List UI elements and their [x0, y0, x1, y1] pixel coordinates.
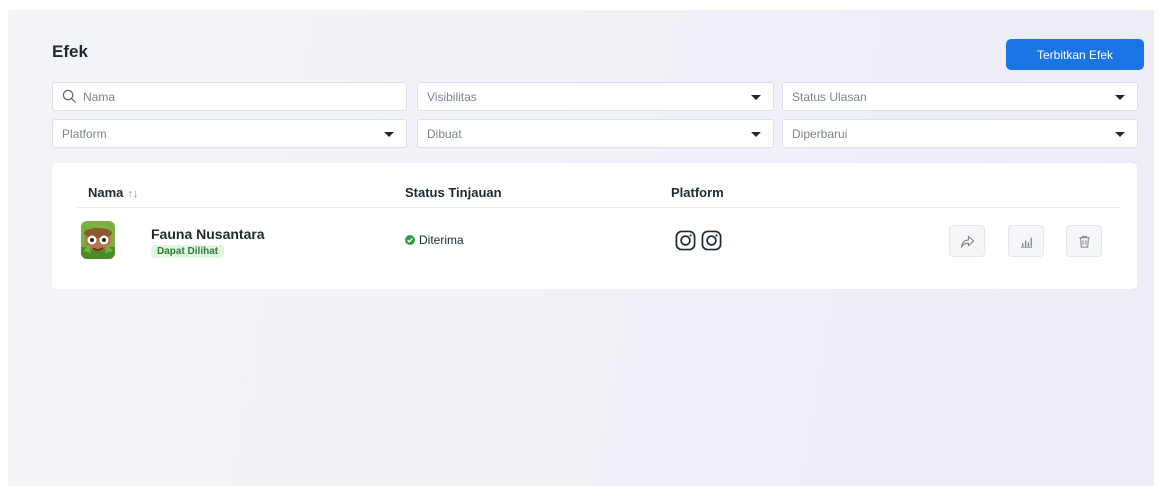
instagram-icon: [675, 230, 696, 251]
review-status-label: Diterima: [419, 233, 464, 247]
visibility-badge: Dapat Dilihat: [151, 245, 225, 258]
caret-down-icon: [1115, 95, 1125, 100]
visibility-select-label: Visibilitas: [427, 89, 477, 104]
updated-select[interactable]: Diperbarui: [782, 119, 1138, 148]
column-header-name-label: Nama: [88, 185, 124, 200]
search-icon: [62, 89, 77, 104]
platform-select-label: Platform: [62, 126, 107, 141]
page-title: Efek: [52, 42, 88, 61]
review-status-select-label: Status Ulasan: [792, 89, 867, 104]
caret-down-icon: [1115, 132, 1125, 137]
sort-icon[interactable]: ↑↓: [127, 188, 138, 200]
share-icon: [960, 235, 974, 248]
caret-down-icon: [751, 95, 761, 100]
search-input[interactable]: Nama: [52, 82, 407, 111]
visibility-select[interactable]: Visibilitas: [417, 82, 774, 111]
platform-select[interactable]: Platform: [52, 119, 407, 148]
effects-table: Nama ↑↓ Status Tinjauan Platform Fauna Nu…: [52, 163, 1137, 289]
caret-down-icon: [384, 132, 394, 137]
trash-icon: [1078, 235, 1090, 248]
review-status-select[interactable]: Status Ulasan: [782, 82, 1138, 111]
column-header-review-status: Status Tinjauan: [405, 185, 502, 200]
instagram-icon: [701, 230, 722, 251]
delete-button[interactable]: [1066, 225, 1102, 257]
effect-thumbnail[interactable]: [81, 221, 115, 259]
share-button[interactable]: [949, 225, 985, 257]
bar-chart-icon: [1020, 237, 1032, 248]
header-divider: [77, 207, 1120, 208]
column-header-platform: Platform: [671, 185, 724, 200]
effect-name-link[interactable]: Fauna Nusantara: [151, 226, 265, 242]
publish-effect-button[interactable]: Terbitkan Efek: [1006, 39, 1144, 70]
insights-button[interactable]: [1008, 225, 1044, 257]
platform-icons: [675, 230, 722, 251]
check-circle-icon: [405, 235, 415, 245]
created-select[interactable]: Dibuat: [417, 119, 774, 148]
updated-select-label: Diperbarui: [792, 126, 848, 141]
search-placeholder: Nama: [83, 89, 116, 104]
column-header-name[interactable]: Nama ↑↓: [88, 185, 138, 200]
caret-down-icon: [751, 132, 761, 137]
created-select-label: Dibuat: [427, 126, 462, 141]
review-status: Diterima: [405, 233, 464, 247]
